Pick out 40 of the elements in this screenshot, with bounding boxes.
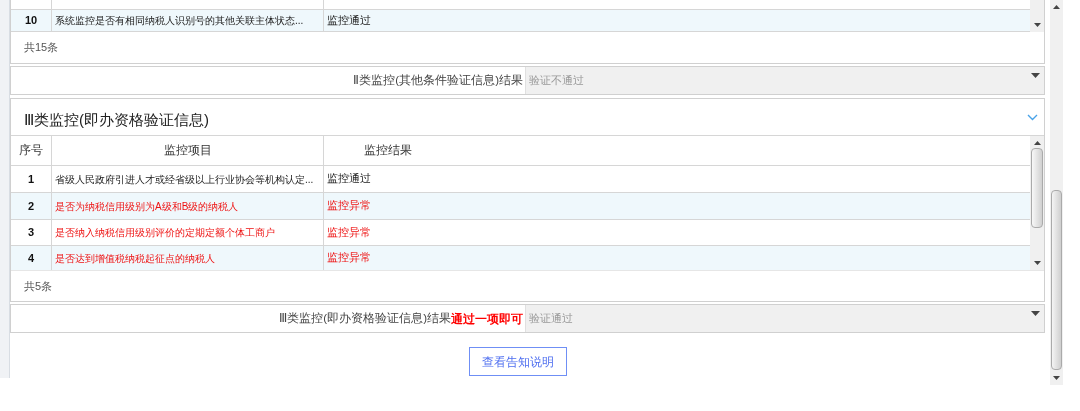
- select-value: 验证通过: [528, 311, 573, 327]
- result-cell-text: 监控异常: [326, 224, 372, 240]
- index-cell: 4: [11, 246, 52, 270]
- dropdown-icon[interactable]: [1031, 73, 1040, 78]
- column-header[interactable]: 序号: [11, 136, 52, 165]
- result-cell-text: 监控通过: [326, 12, 372, 28]
- result-label: Ⅲ类监控(即办资格验证信息)结果: [279, 310, 451, 324]
- scroll-down-icon[interactable]: [1053, 376, 1060, 380]
- notice-button[interactable]: 查看告知说明: [468, 347, 567, 376]
- chevron-down-icon[interactable]: [1027, 113, 1038, 121]
- item-cell: 系统监控是否有相同纳税人识别号的其他关联主体状态...: [52, 10, 324, 31]
- column-header[interactable]: 监控结果: [324, 136, 1030, 165]
- result-cell-text: 监控异常: [326, 250, 372, 266]
- scroll-up-icon[interactable]: [1033, 141, 1041, 145]
- result-cell-text: 监控异常: [326, 198, 372, 214]
- item-cell: 是否为纳税信用级别为A级和B级的纳税人: [52, 193, 324, 219]
- scroll-down-icon[interactable]: [1033, 23, 1041, 27]
- table-scrollbar[interactable]: [1030, 0, 1044, 32]
- index-cell: 2: [11, 193, 52, 219]
- total-count: 共5条: [24, 278, 53, 294]
- page-scrollbar[interactable]: [1050, 0, 1063, 385]
- scroll-up-icon[interactable]: [1053, 5, 1060, 9]
- section-title: Ⅲ类监控(即办资格验证信息): [24, 109, 209, 130]
- result-label: Ⅱ类监控(其他条件验证信息)结果: [353, 72, 523, 88]
- item-cell: 是否纳入纳税信用级别评价的定期定额个体工商户: [52, 220, 324, 245]
- index-cell: 1: [11, 166, 52, 192]
- select-value: 验证不通过: [528, 73, 584, 89]
- index-cell: 10: [11, 10, 52, 31]
- result-note: 通过一项即可: [451, 310, 523, 328]
- table-scrollbar[interactable]: [1030, 136, 1044, 270]
- index-cell: 3: [11, 220, 52, 245]
- scroll-thumb[interactable]: [1031, 148, 1043, 228]
- total-count: 共15条: [24, 40, 59, 56]
- result-cell-text: 监控通过: [326, 171, 372, 187]
- item-cell: 是否达到增值税纳税起征点的纳税人: [52, 246, 324, 270]
- scroll-thumb[interactable]: [1051, 190, 1062, 370]
- dropdown-icon[interactable]: [1031, 311, 1040, 316]
- column-header[interactable]: 监控项目: [52, 136, 324, 165]
- item-cell: 省级人民政府引进人才或经省级以上行业协会等机构认定...: [52, 166, 324, 192]
- scroll-down-icon[interactable]: [1033, 261, 1041, 265]
